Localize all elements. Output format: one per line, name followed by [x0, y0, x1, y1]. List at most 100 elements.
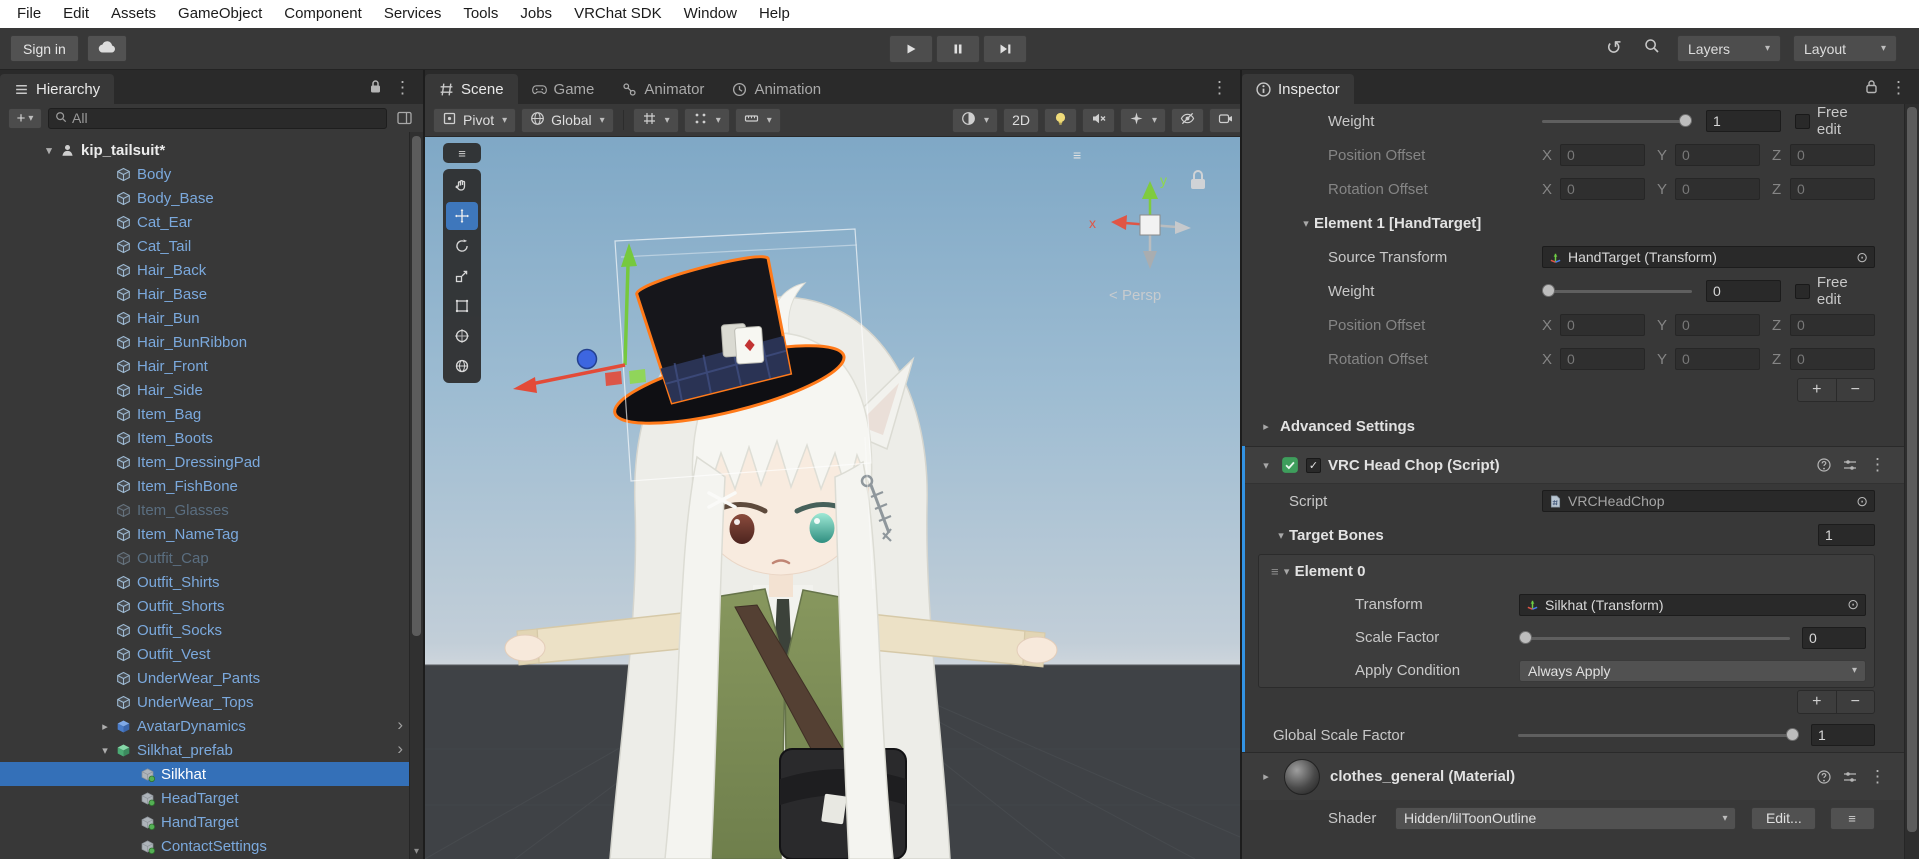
camera-settings-button[interactable]	[1209, 107, 1240, 133]
pos-y-field[interactable]: 0	[1675, 144, 1760, 166]
hierarchy-item-Outfit_Shorts[interactable]: Outfit_Shorts	[0, 594, 409, 618]
hierarchy-item-Cat_Tail[interactable]: Cat_Tail	[0, 234, 409, 258]
overlay-drag-handle-icon[interactable]: ≡	[443, 143, 481, 163]
hierarchy-item-HandTarget[interactable]: HandTarget	[0, 810, 409, 834]
hierarchy-item-UnderWear_Tops[interactable]: UnderWear_Tops	[0, 690, 409, 714]
lock-icon[interactable]	[369, 79, 382, 98]
scale-factor-field[interactable]: 0	[1802, 626, 1866, 649]
hierarchy-item-Silkhat_prefab[interactable]: ▾ Silkhat_prefab ›	[0, 738, 409, 762]
menu-item[interactable]: Component	[273, 0, 373, 28]
element1-foldout[interactable]: ▾ Element 1 [HandTarget]	[1242, 206, 1904, 240]
hierarchy-item-HeadTarget[interactable]: HeadTarget	[0, 786, 409, 810]
tab-animation[interactable]: Animation	[718, 74, 835, 104]
draw-mode-dropdown[interactable]: ▾	[952, 107, 999, 133]
menu-item[interactable]: Jobs	[509, 0, 563, 28]
hierarchy-item-Hair_Side[interactable]: Hair_Side	[0, 378, 409, 402]
free-edit-checkbox[interactable]	[1794, 113, 1810, 129]
presets-icon[interactable]	[1843, 770, 1857, 784]
cloud-button[interactable]	[86, 35, 127, 62]
help-icon[interactable]	[1817, 458, 1831, 472]
pivot-dropdown[interactable]: Pivot ▾	[433, 107, 517, 133]
drag-handle-icon[interactable]: ≡	[1271, 564, 1279, 579]
orientation-gizmo[interactable]: y x < Persp	[1089, 170, 1205, 304]
hierarchy-item-Item_Boots[interactable]: Item_Boots	[0, 426, 409, 450]
kebab-menu-icon[interactable]: ⋮	[1211, 78, 1228, 98]
add-element-button[interactable]: +	[1798, 379, 1837, 401]
pos-x-field[interactable]: 0	[1560, 144, 1645, 166]
apply-condition-dropdown[interactable]: Always Apply ▾	[1519, 659, 1866, 682]
add-element-button[interactable]: +	[1798, 691, 1837, 713]
script-field[interactable]: VRCHeadChop ⊙	[1542, 490, 1875, 512]
hierarchy-item-Body[interactable]: Body	[0, 162, 409, 186]
hierarchy-item-ContactSettings[interactable]: ContactSettings	[0, 834, 409, 858]
scene-3d-view[interactable]: y x < Persp	[425, 137, 1240, 859]
tab-animator[interactable]: Animator	[608, 74, 718, 104]
hierarchy-item-Hair_Back[interactable]: Hair_Back	[0, 258, 409, 282]
tab-inspector[interactable]: Inspector	[1242, 74, 1354, 104]
layers-dropdown[interactable]: Layers ▾	[1677, 35, 1781, 62]
free-edit-checkbox[interactable]	[1794, 283, 1810, 299]
collapse-arrow-icon[interactable]: ▾	[1298, 217, 1314, 230]
tab-scene[interactable]: Scene	[425, 74, 518, 104]
sign-in-button[interactable]: Sign in	[10, 35, 79, 62]
rotate-tool-button[interactable]	[446, 232, 478, 260]
shader-edit-button[interactable]: Edit...	[1751, 806, 1817, 830]
hierarchy-item-Silkhat[interactable]: Silkhat	[0, 762, 409, 786]
kebab-menu-icon[interactable]: ⋮	[1890, 78, 1907, 98]
overlay-drag-handle-icon[interactable]: ≡	[1073, 147, 1082, 163]
hierarchy-item-Body_Base[interactable]: Body_Base	[0, 186, 409, 210]
rot-z-field[interactable]: 0	[1790, 178, 1875, 200]
scene-visibility-toggle[interactable]	[1171, 107, 1204, 133]
pause-button[interactable]	[936, 35, 980, 63]
snap-increment-dropdown[interactable]: ▾	[683, 107, 730, 133]
hierarchy-item-AvatarDynamics[interactable]: ▸ AvatarDynamics ›	[0, 714, 409, 738]
menu-item[interactable]: Edit	[52, 0, 100, 28]
expand-arrow-icon[interactable]: ▸	[1258, 770, 1274, 783]
scroll-down-icon[interactable]: ▾	[410, 846, 423, 857]
target-bones-size-field[interactable]: 1	[1818, 524, 1875, 546]
lock-icon[interactable]	[1865, 79, 1878, 98]
weight-field[interactable]: 0	[1706, 280, 1781, 302]
rot-y-field[interactable]: 0	[1675, 178, 1760, 200]
scale-tool-button[interactable]	[446, 262, 478, 290]
hierarchy-item-Outfit_Socks[interactable]: Outfit_Socks	[0, 618, 409, 642]
help-icon[interactable]	[1817, 769, 1831, 784]
step-button[interactable]	[983, 35, 1027, 63]
collapse-arrow-icon[interactable]: ▾	[96, 744, 114, 757]
menu-item[interactable]: Window	[673, 0, 748, 28]
pos-y-field[interactable]: 0	[1675, 314, 1760, 336]
grid-snap-dropdown[interactable]: ▾	[632, 107, 679, 133]
collapse-arrow-icon[interactable]: ▾	[1258, 459, 1274, 472]
pos-z-field[interactable]: 0	[1790, 144, 1875, 166]
remove-element-button[interactable]: −	[1837, 691, 1875, 713]
component-enabled-checkbox[interactable]: ✓	[1306, 457, 1321, 473]
weight-field[interactable]: 1	[1706, 110, 1781, 132]
hierarchy-item-Outfit_Vest[interactable]: Outfit_Vest	[0, 642, 409, 666]
weight-slider[interactable]	[1542, 280, 1692, 302]
source-transform-field[interactable]: HandTarget (Transform) ⊙	[1542, 246, 1875, 268]
hierarchy-item-Hair_Base[interactable]: Hair_Base	[0, 282, 409, 306]
remove-element-button[interactable]: −	[1837, 379, 1875, 401]
split-pane-icon[interactable]	[393, 111, 415, 125]
hierarchy-scrollbar[interactable]: ▾	[409, 132, 423, 859]
2d-toggle-button[interactable]: 2D	[1003, 107, 1039, 133]
global-scale-slider[interactable]	[1518, 724, 1799, 746]
kebab-menu-icon[interactable]: ⋮	[394, 78, 411, 98]
hierarchy-item-Hair_BunRibbon[interactable]: Hair_BunRibbon	[0, 330, 409, 354]
presets-icon[interactable]	[1843, 458, 1857, 472]
hierarchy-item-Outfit_Cap[interactable]: Outfit_Cap	[0, 546, 409, 570]
lighting-toggle-button[interactable]	[1043, 107, 1077, 133]
menu-item[interactable]: Help	[748, 0, 801, 28]
object-picker-icon[interactable]: ⊙	[1847, 596, 1859, 613]
expand-arrow-icon[interactable]: ▸	[96, 720, 114, 733]
scene-viewport[interactable]: y x < Persp ≡ ≡	[425, 137, 1240, 859]
kebab-menu-icon[interactable]: ⋮	[1869, 455, 1886, 475]
collapse-arrow-icon[interactable]: ▾	[40, 144, 58, 157]
transform-field[interactable]: Silkhat (Transform) ⊙	[1519, 593, 1866, 616]
collapse-arrow-icon[interactable]: ▾	[1279, 565, 1295, 578]
hierarchy-item-Item_NameTag[interactable]: Item_NameTag	[0, 522, 409, 546]
hierarchy-item-Hair_Bun[interactable]: Hair_Bun	[0, 306, 409, 330]
hierarchy-item-kip_tailsuit*[interactable]: ▾ kip_tailsuit*	[0, 138, 409, 162]
hierarchy-search-input[interactable]: All	[48, 107, 387, 129]
measure-dropdown[interactable]: ▾	[734, 107, 781, 133]
